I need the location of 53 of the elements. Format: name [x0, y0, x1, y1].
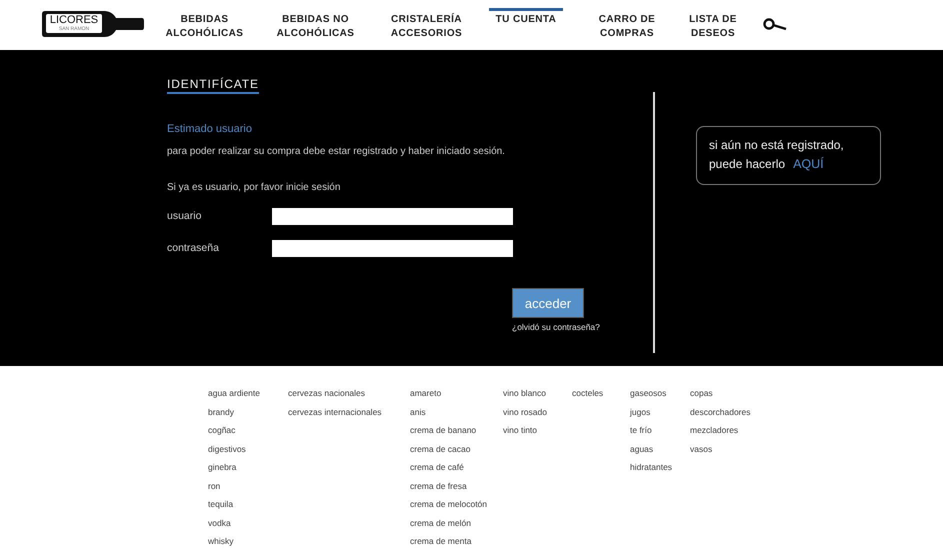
notice-text: para poder realizar su compra debe estar registrado y haber iniciado sesión.: [167, 146, 506, 157]
category-link[interactable]: gaseosos: [630, 387, 690, 406]
input-field[interactable]: [272, 208, 513, 224]
prompt-text: Si ya es usuario, por favor inicie sesión: [167, 182, 342, 193]
category-link[interactable]: crema de menta: [410, 535, 503, 554]
nav-tab[interactable]: TU CUENTA: [489, 8, 563, 27]
search-icon[interactable]: [763, 17, 787, 31]
category-link[interactable]: crema de melón: [410, 516, 503, 535]
category-link[interactable]: aguas: [630, 442, 690, 461]
register-link[interactable]: AQUÍ: [793, 157, 824, 171]
nav-tab[interactable]: CARRO DE COMPRAS: [587, 8, 667, 41]
input-field[interactable]: [272, 240, 513, 256]
category-link[interactable]: ron: [208, 480, 288, 498]
category-link[interactable]: vino blanco: [503, 387, 572, 406]
category-link[interactable]: digestivos: [208, 442, 288, 461]
nav-tab[interactable]: BEBIDAS ALCOHÓLICAS: [156, 8, 253, 41]
category-link[interactable]: ginebra: [208, 461, 288, 480]
greeting: Estimado usuario: [167, 123, 253, 135]
category-link[interactable]: cocteles: [572, 387, 630, 406]
category-link[interactable]: cervezas nacionales: [288, 387, 410, 406]
register-text: si aún no está registrado,: [709, 138, 845, 152]
category-link[interactable]: crema de café: [410, 461, 503, 480]
category-link[interactable]: tequila: [208, 498, 288, 516]
forgot-password-link[interactable]: ¿olvidó su contraseña?: [512, 322, 600, 332]
category-link[interactable]: vino rosado: [503, 406, 572, 424]
category-link[interactable]: amareto: [410, 387, 503, 406]
category-link[interactable]: copas: [690, 387, 770, 406]
category-link[interactable]: agua ardiente: [208, 387, 288, 406]
category-link[interactable]: brandy: [208, 406, 288, 424]
category-link[interactable]: whisky: [208, 535, 288, 554]
category-link[interactable]: crema de melocotón: [410, 498, 503, 516]
category-link[interactable]: descorchadores: [690, 406, 770, 424]
nav-tab[interactable]: CRISTALERÍA ACCESORIOS: [378, 8, 475, 41]
category-link[interactable]: crema de banano: [410, 424, 503, 442]
category-link[interactable]: crema de fresa: [410, 480, 503, 498]
nav-tab[interactable]: BEBIDAS NO ALCOHÓLICAS: [267, 8, 364, 41]
category-link[interactable]: cogñac: [208, 424, 288, 442]
section-title: IDENTIFÍCATE: [167, 77, 259, 94]
field-label: usuario: [167, 210, 202, 222]
category-link[interactable]: vodka: [208, 516, 288, 535]
category-link[interactable]: vasos: [690, 442, 770, 461]
category-link[interactable]: crema de cacao: [410, 442, 503, 461]
category-link[interactable]: hidratantes: [630, 461, 690, 480]
category-link[interactable]: vino tinto: [503, 424, 572, 442]
category-link[interactable]: cervezas internacionales: [288, 406, 410, 424]
field-label: contraseña: [167, 242, 220, 254]
category-link[interactable]: jugos: [630, 406, 690, 424]
logo-name: LICORES: [50, 15, 98, 26]
category-link[interactable]: te frío: [630, 424, 690, 442]
category-link[interactable]: anis: [410, 406, 503, 424]
nav-tab[interactable]: LISTA DE DESEOS: [673, 8, 753, 41]
register-text: puede hacerlo: [709, 157, 786, 171]
category-link[interactable]: mezcladores: [690, 424, 770, 442]
